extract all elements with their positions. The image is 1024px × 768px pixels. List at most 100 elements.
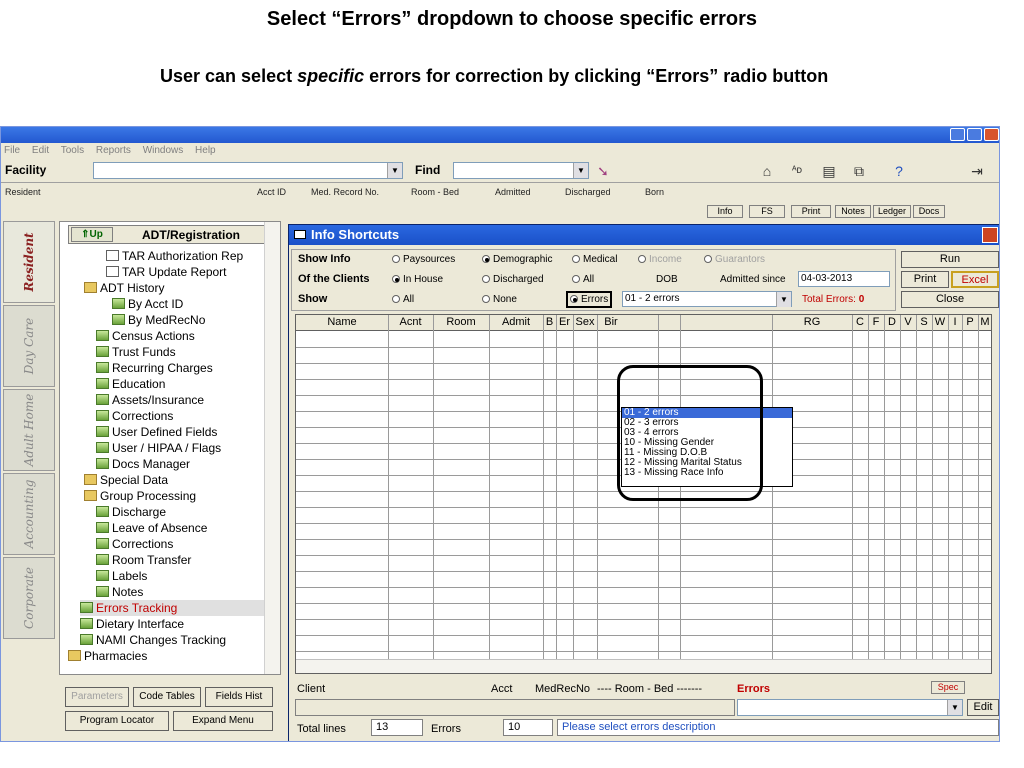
col-acnt[interactable]: Acnt bbox=[388, 316, 433, 328]
radio-show-none[interactable]: None bbox=[482, 294, 517, 305]
home-icon[interactable]: ⌂ bbox=[757, 161, 777, 181]
tree-item[interactable]: TAR Update Report bbox=[106, 264, 227, 280]
col-name[interactable]: Name bbox=[296, 316, 388, 328]
parameters-button[interactable]: Parameters bbox=[65, 687, 129, 707]
tab-resident[interactable]: Resident bbox=[3, 221, 55, 303]
tree-scrollbar[interactable] bbox=[264, 222, 280, 674]
tab-accounting[interactable]: Accounting bbox=[3, 473, 55, 555]
col-m[interactable]: M bbox=[978, 316, 991, 328]
admitted-since-field[interactable]: 04-03-2013 bbox=[798, 271, 890, 287]
tree-item[interactable]: Assets/Insurance bbox=[96, 392, 204, 408]
dob-checkbox[interactable]: DOB bbox=[656, 274, 678, 285]
radio-medical[interactable]: Medical bbox=[572, 254, 617, 265]
col-d[interactable]: D bbox=[884, 316, 900, 328]
tree-item[interactable]: Discharge bbox=[96, 504, 166, 520]
ledger-button[interactable]: Ledger bbox=[873, 205, 911, 218]
tree-item[interactable]: Leave of Absence bbox=[96, 520, 207, 536]
tree-item[interactable]: Trust Funds bbox=[96, 344, 176, 360]
tab-corporate[interactable]: Corporate bbox=[3, 557, 55, 639]
col-sex[interactable]: Sex bbox=[573, 316, 597, 328]
find-combo[interactable]: ▼ bbox=[453, 162, 589, 179]
facility-combo[interactable]: ▼ bbox=[93, 162, 403, 179]
col-v[interactable]: V bbox=[900, 316, 916, 328]
expand-menu-button[interactable]: Expand Menu bbox=[173, 711, 273, 731]
close-icon[interactable] bbox=[982, 227, 998, 243]
chevron-down-icon[interactable]: ▼ bbox=[947, 700, 962, 715]
edit-button[interactable]: Edit bbox=[967, 699, 999, 716]
tree-item[interactable]: Labels bbox=[96, 568, 147, 584]
tree-item[interactable]: Docs Manager bbox=[96, 456, 190, 472]
code-tables-button[interactable]: Code Tables bbox=[133, 687, 201, 707]
docs-button[interactable]: Docs bbox=[913, 205, 945, 218]
tree-item[interactable]: User Defined Fields bbox=[96, 424, 217, 440]
up-button[interactable]: ⇑Up bbox=[71, 227, 113, 242]
tree-item[interactable]: TAR Authorization Rep bbox=[106, 248, 243, 264]
col-rg[interactable]: RG bbox=[772, 316, 852, 328]
spec-button[interactable]: Spec bbox=[931, 681, 965, 694]
tab-day-care[interactable]: Day Care bbox=[3, 305, 55, 387]
errors-description-combo[interactable]: ▼ bbox=[737, 699, 963, 716]
tree-item[interactable]: By Acct ID bbox=[112, 296, 183, 312]
radio-show-errors[interactable]: Errors bbox=[566, 291, 613, 308]
menu-help[interactable]: Help bbox=[195, 145, 216, 156]
tree-item[interactable]: Corrections bbox=[96, 536, 173, 552]
print-button[interactable]: Print bbox=[901, 271, 949, 288]
tree-item-selected[interactable]: Errors Tracking bbox=[80, 600, 264, 616]
tree-item[interactable]: Room Transfer bbox=[96, 552, 191, 568]
tree-item[interactable]: Group Processing bbox=[84, 488, 196, 504]
tree-item[interactable]: Notes bbox=[96, 584, 143, 600]
radio-paysources[interactable]: Paysources bbox=[392, 254, 455, 265]
radio-discharged[interactable]: Discharged bbox=[482, 274, 544, 285]
info-button[interactable]: Info bbox=[707, 205, 743, 218]
tree-item[interactable]: Dietary Interface bbox=[80, 616, 184, 632]
radio-demographic[interactable]: Demographic bbox=[482, 254, 552, 265]
col-bir[interactable]: Bir bbox=[599, 316, 623, 328]
menu-windows[interactable]: Windows bbox=[143, 145, 184, 156]
tree-item[interactable]: Pharmacies bbox=[68, 648, 147, 664]
col-s[interactable]: S bbox=[916, 316, 932, 328]
radio-income[interactable]: Income bbox=[638, 254, 682, 265]
minimize-button[interactable] bbox=[950, 128, 965, 141]
menu-reports[interactable]: Reports bbox=[96, 145, 131, 156]
radio-in-house[interactable]: In House bbox=[392, 274, 443, 285]
close-button[interactable]: Close bbox=[901, 291, 999, 308]
radio-guarantors[interactable]: Guarantors bbox=[704, 254, 765, 265]
maximize-button[interactable] bbox=[967, 128, 982, 141]
col-room[interactable]: Room bbox=[433, 316, 489, 328]
chevron-down-icon[interactable]: ▼ bbox=[776, 292, 791, 307]
run-button[interactable]: Run bbox=[901, 251, 999, 268]
horizontal-scrollbar[interactable] bbox=[296, 659, 991, 673]
radio-all-clients[interactable]: All bbox=[572, 274, 594, 285]
tree-item[interactable]: NAMI Changes Tracking bbox=[80, 632, 226, 648]
tree-item[interactable]: By MedRecNo bbox=[112, 312, 205, 328]
exit-icon[interactable]: ⇥ bbox=[967, 161, 987, 181]
font-icon[interactable]: ᴬᴅ bbox=[787, 161, 807, 181]
col-i[interactable]: I bbox=[948, 316, 962, 328]
menu-tools[interactable]: Tools bbox=[61, 145, 84, 156]
radio-show-all[interactable]: All bbox=[392, 294, 414, 305]
col-er[interactable]: Er bbox=[556, 316, 573, 328]
tab-adult-home[interactable]: Adult Home bbox=[3, 389, 55, 471]
tree-item[interactable]: Corrections bbox=[96, 408, 173, 424]
fields-hist-button[interactable]: Fields Hist bbox=[205, 687, 273, 707]
menu-edit[interactable]: Edit bbox=[32, 145, 49, 156]
excel-button[interactable]: Excel bbox=[951, 271, 999, 288]
tree-item[interactable]: Census Actions bbox=[96, 328, 195, 344]
col-p[interactable]: P bbox=[962, 316, 978, 328]
tree-item[interactable]: Education bbox=[96, 376, 165, 392]
chevron-down-icon[interactable]: ▼ bbox=[387, 163, 402, 178]
col-admit[interactable]: Admit bbox=[489, 316, 543, 328]
print-small-button[interactable]: Print bbox=[791, 205, 831, 218]
windows-icon[interactable]: ⧉ bbox=[849, 161, 869, 181]
notes-button[interactable]: Notes bbox=[835, 205, 871, 218]
col-c[interactable]: C bbox=[852, 316, 868, 328]
menu-file[interactable]: File bbox=[4, 145, 20, 156]
find-action-icon[interactable]: ➘ bbox=[593, 161, 613, 181]
document-icon[interactable]: ▤ bbox=[819, 161, 839, 181]
col-f[interactable]: F bbox=[868, 316, 884, 328]
col-w[interactable]: W bbox=[932, 316, 948, 328]
program-locator-button[interactable]: Program Locator bbox=[65, 711, 169, 731]
help-icon[interactable]: ? bbox=[889, 161, 909, 181]
col-b[interactable]: B bbox=[543, 316, 556, 328]
tree-item[interactable]: Special Data bbox=[84, 472, 168, 488]
